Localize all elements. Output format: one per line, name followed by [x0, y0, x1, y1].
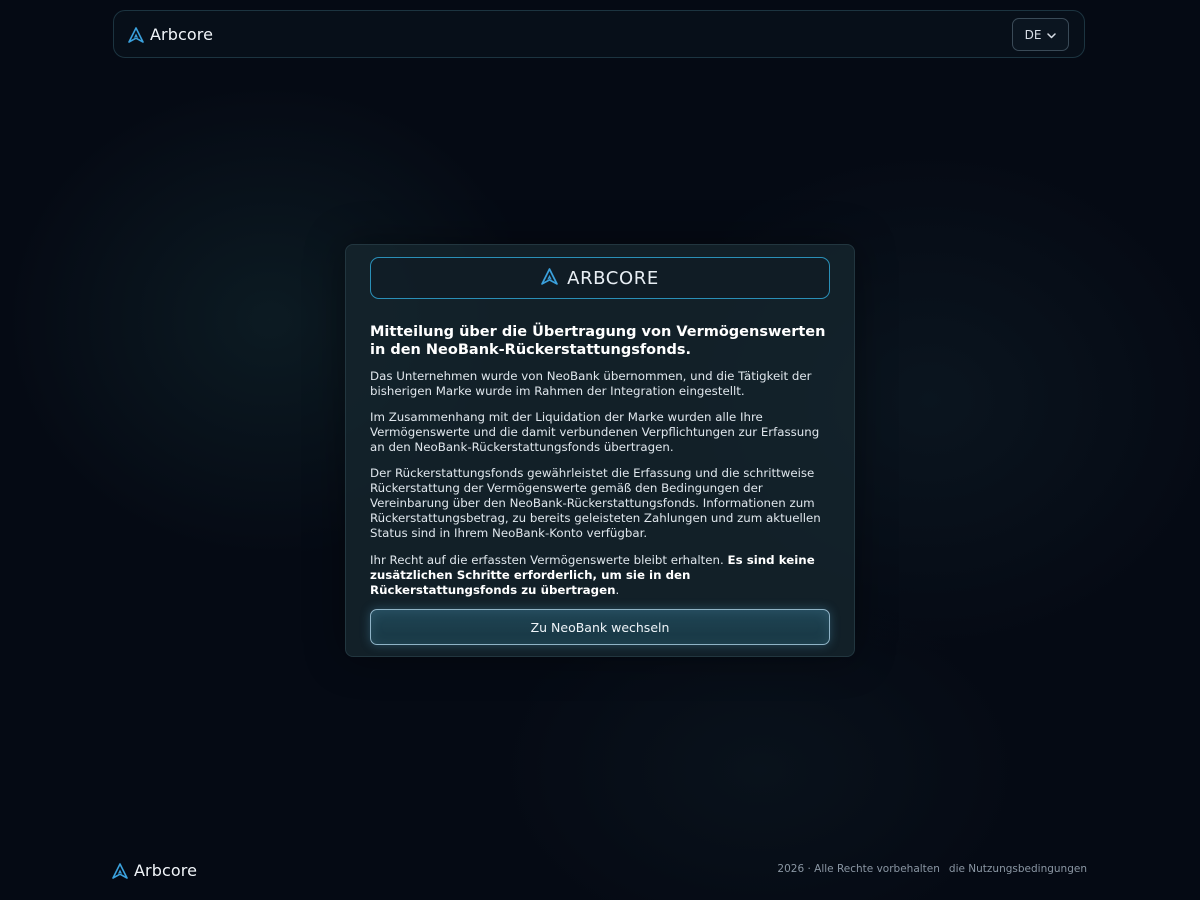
card-logo-text: ARBCORE	[567, 267, 659, 289]
footer-brand-name: Arbcore	[134, 861, 198, 880]
notice-paragraph-1: Das Unternehmen wurde von NeoBank überno…	[370, 369, 812, 398]
arbcore-logo-icon	[541, 267, 558, 289]
footer-links: 2026 · Alle Rechte vorbehalten die Nutzu…	[777, 863, 1087, 875]
footer-copyright: 2026 · Alle Rechte vorbehalten	[777, 863, 940, 875]
arbcore-logo-icon	[128, 26, 144, 43]
arbcore-logo-icon	[112, 862, 128, 879]
top-navbar: Arbcore DE	[113, 10, 1085, 58]
header-brand-name: Arbcore	[150, 25, 214, 44]
notice-paragraph-2: Im Zusammenhang mit der Liquidation der …	[370, 410, 820, 454]
notice-paragraph-3: Der Rückerstattungsfonds gewährleistet d…	[370, 466, 821, 540]
notice-title: Mitteilung über die Übertragung von Verm…	[370, 324, 826, 358]
notice-paragraph-4-end: .	[615, 583, 620, 597]
notice-paragraph-4: Ihr Recht auf die erfassten Vermögenswer…	[370, 553, 836, 598]
notice-card: ARBCORE Mitteilung über die Übertragung …	[345, 244, 855, 657]
notice-paragraph-4-lead: Ihr Recht auf die erfassten Vermögenswer…	[370, 553, 728, 567]
header-brand[interactable]: Arbcore	[128, 25, 213, 44]
card-logo-banner: ARBCORE	[370, 257, 830, 299]
chevron-down-icon	[1047, 28, 1057, 42]
language-label: DE	[1024, 27, 1042, 42]
switch-to-neobank-button[interactable]: Zu NeoBank wechseln	[370, 609, 830, 645]
footer-brand[interactable]: Arbcore	[112, 861, 197, 880]
language-selector[interactable]: DE	[1012, 18, 1069, 51]
footer-terms-link[interactable]: die Nutzungsbedingungen	[949, 863, 1087, 875]
